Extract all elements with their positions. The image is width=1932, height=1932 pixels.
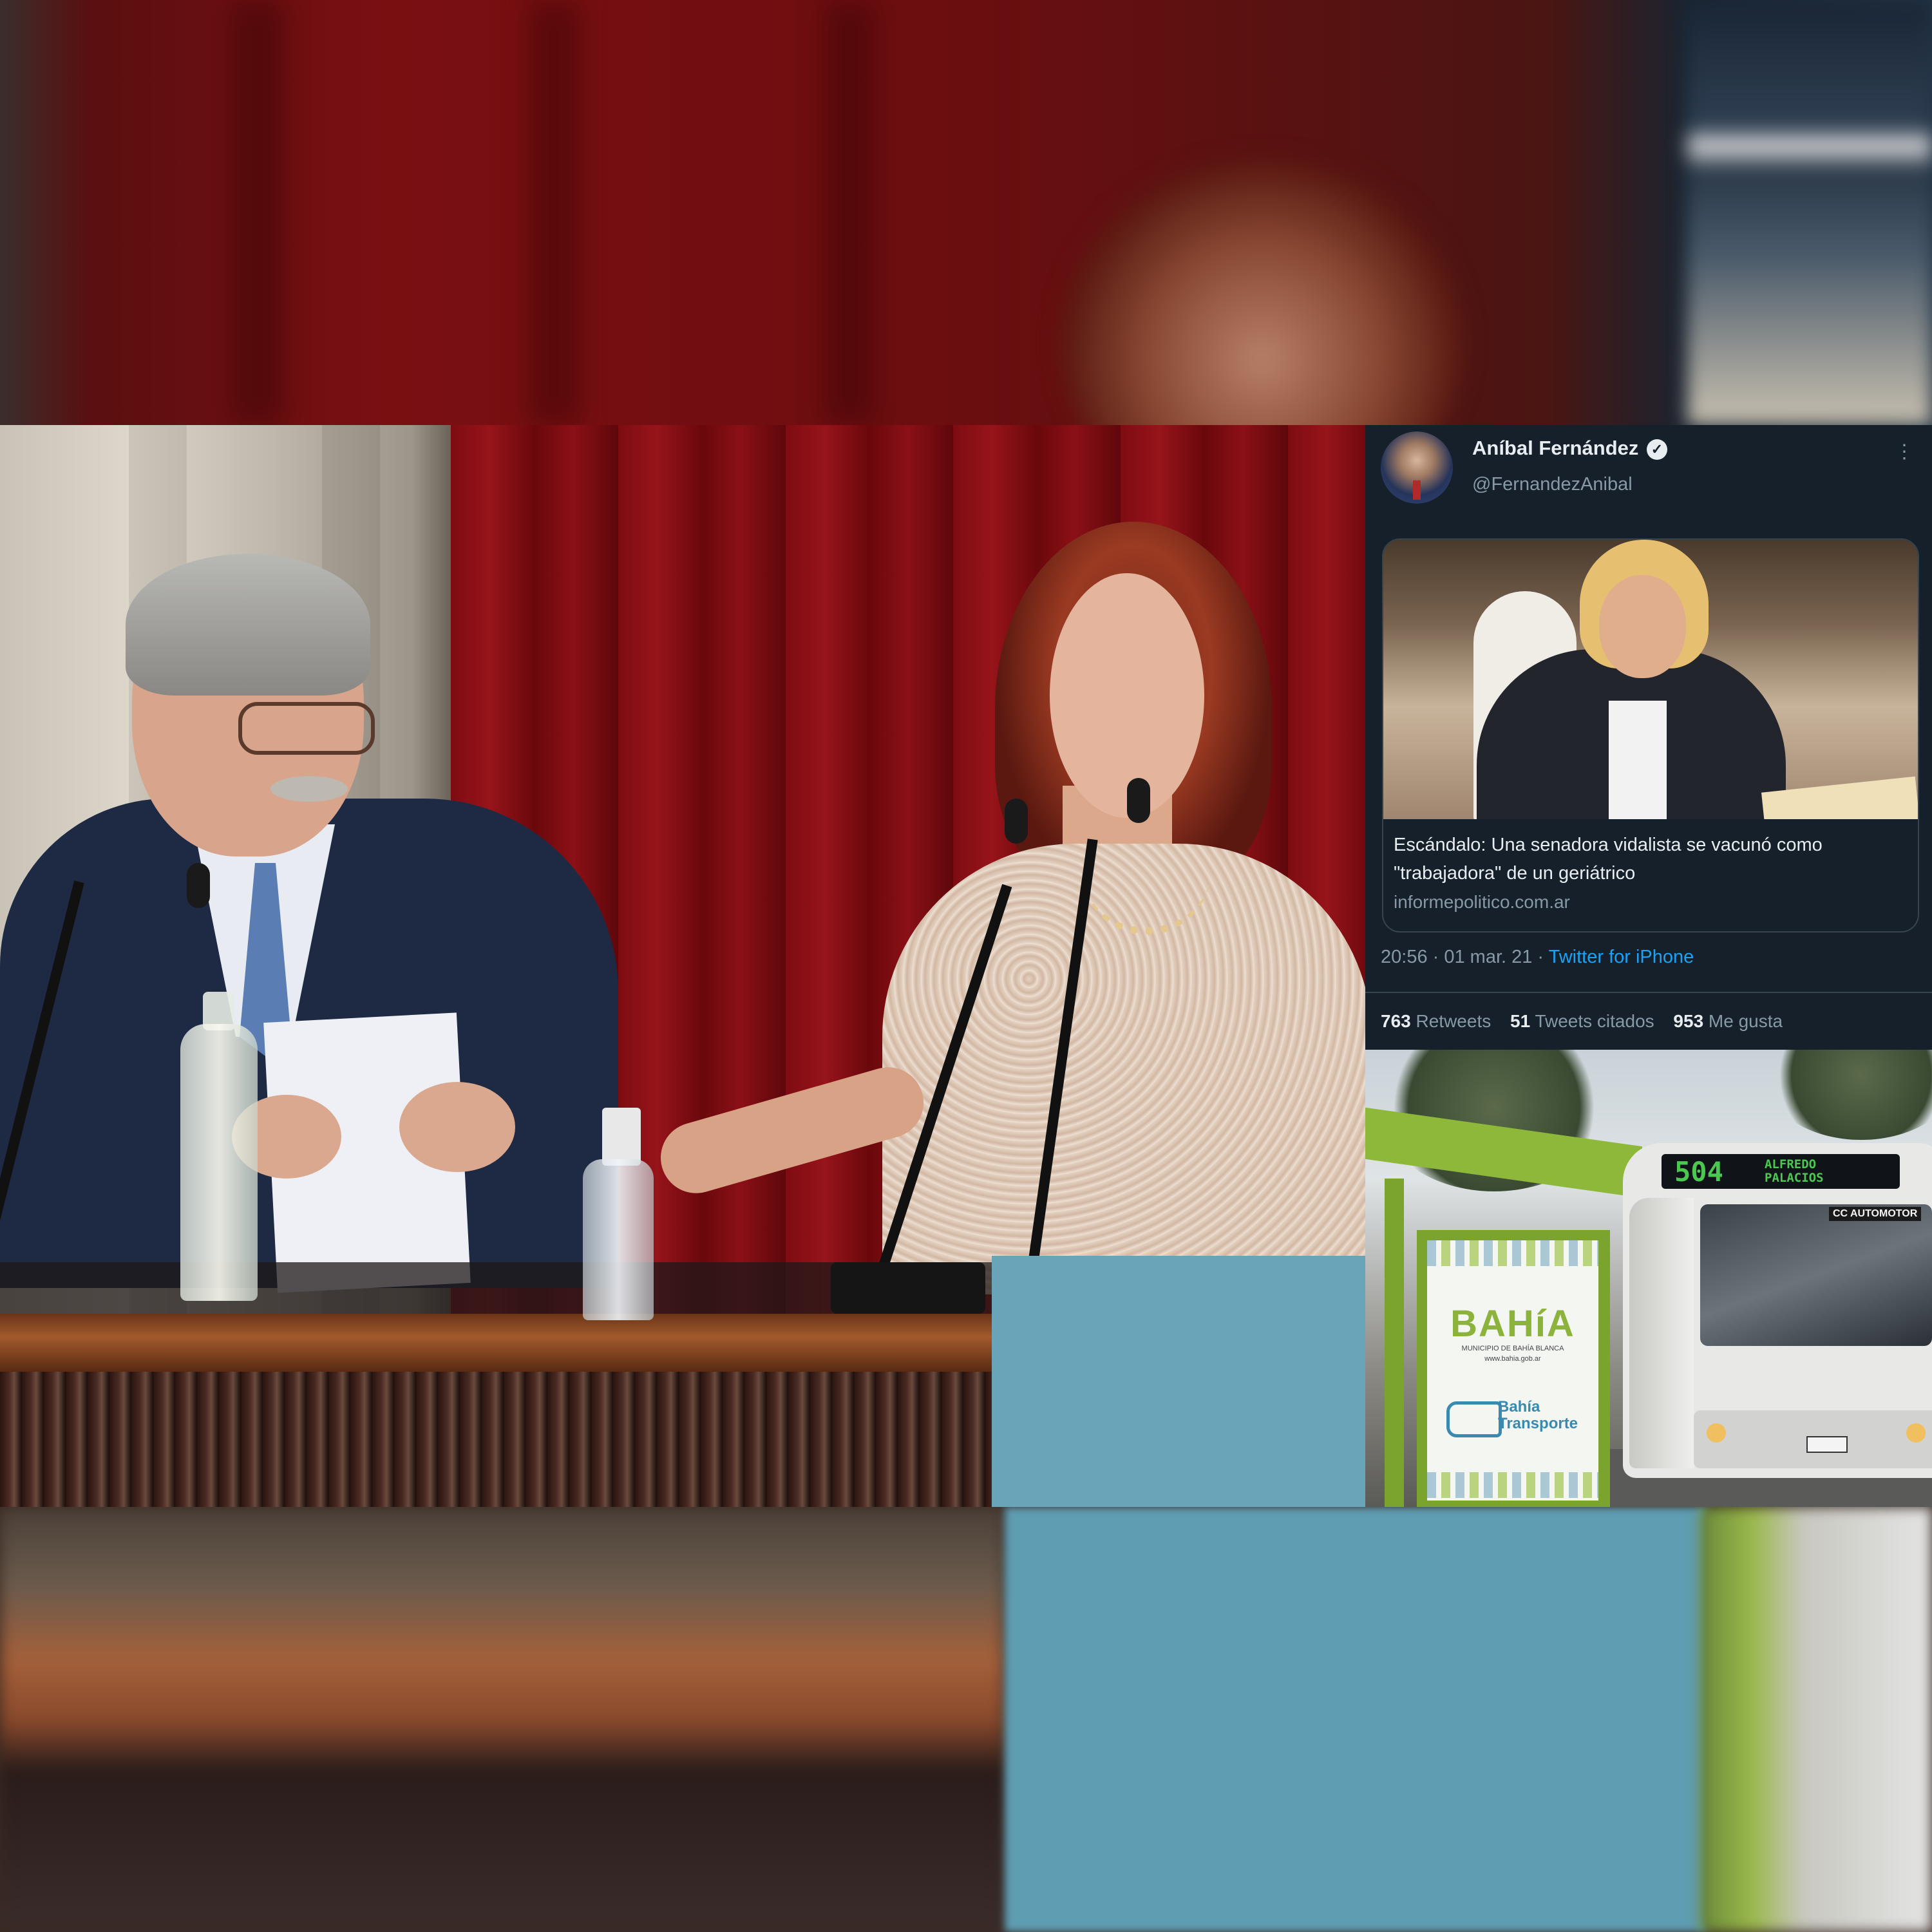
bus-shelter-post <box>1385 1179 1404 1507</box>
blurred-background-top <box>0 0 1932 425</box>
avatar[interactable] <box>1381 431 1453 504</box>
poster-transport-label: Bahía Transporte <box>1498 1398 1578 1432</box>
man-mustache <box>270 776 348 802</box>
blurred-bus-shelter <box>1700 1507 1932 1932</box>
more-options-icon[interactable]: ⋮ <box>1895 440 1914 463</box>
man-glasses <box>238 702 375 755</box>
bahia-poster: BAHíA MUNICIPIO DE BAHÍA BLANCA www.bahi… <box>1427 1240 1598 1501</box>
sanitizer-bottle <box>583 1159 654 1320</box>
bus-windshield <box>1700 1204 1932 1346</box>
retweets-stat[interactable]: 763 Retweets <box>1381 1011 1491 1031</box>
tweet-stats: 763 Retweets 51 Tweets citados 953 Me gu… <box>1381 1011 1783 1032</box>
bus-destination: ALFREDO PALACIOS <box>1765 1157 1824 1185</box>
bus-side <box>1629 1198 1694 1468</box>
link-preview-title: Escándalo: Una senadora vidalista se vac… <box>1394 835 1823 884</box>
bus-route-number: 504 <box>1674 1156 1723 1188</box>
tweet-screenshot: Aníbal Fernández ✓ @FernandezAnibal ⋮ Es… <box>1365 425 1932 1050</box>
link-preview-domain: informepolitico.com.ar <box>1394 892 1570 912</box>
link-preview-card[interactable]: Escándalo: Una senadora vidalista se vac… <box>1382 538 1919 933</box>
senator-blouse <box>1609 701 1667 819</box>
main-photo-congress <box>0 425 1365 1507</box>
desk-front <box>0 1372 992 1507</box>
bus-icon <box>1446 1401 1502 1437</box>
microphone-right-icon <box>1127 778 1150 823</box>
bus-operator-tag: CC AUTOMOTOR <box>1829 1207 1922 1221</box>
bus-license-plate <box>1806 1436 1848 1453</box>
blue-overlay-block <box>992 1256 1365 1507</box>
likes-stat[interactable]: 953 Me gusta <box>1673 1011 1783 1031</box>
senator-face <box>1599 575 1686 678</box>
tweet-timestamp: 20:56 · 01 mar. 21 · Twitter for iPhone <box>1381 947 1694 968</box>
microphone-left-icon <box>187 863 210 908</box>
man-hair <box>126 554 370 696</box>
blurred-desk <box>0 1507 1005 1932</box>
water-bottle <box>180 1024 258 1301</box>
blurred-blue-block <box>1005 1507 1707 1932</box>
microphone-center-icon <box>1005 799 1028 844</box>
quote-tweets-stat[interactable]: 51 Tweets citados <box>1510 1011 1654 1031</box>
bus-headlight <box>1707 1423 1726 1443</box>
tweet-author-handle[interactable]: @FernandezAnibal <box>1472 474 1633 495</box>
poster-subtitle: MUNICIPIO DE BAHÍA BLANCA <box>1461 1345 1564 1352</box>
poster-website: www.bahia.gob.ar <box>1484 1355 1541 1363</box>
blurred-background-bottom <box>0 1507 1932 1932</box>
divider <box>1365 992 1932 993</box>
blurred-tweet-panel <box>1687 0 1932 425</box>
bus-stop-photo: BAHíA MUNICIPIO DE BAHÍA BLANCA www.bahi… <box>1365 1050 1932 1507</box>
woman-face <box>1050 573 1204 818</box>
link-preview-image <box>1383 540 1918 819</box>
bus-headlight <box>1906 1423 1926 1443</box>
tree <box>1765 1050 1932 1140</box>
microphone-base <box>831 1262 985 1314</box>
sanitizer-pump <box>602 1108 641 1166</box>
blurred-head <box>1063 161 1462 425</box>
timestamp-text: 20:56 · 01 mar. 21 · <box>1381 947 1549 967</box>
desk-edge <box>0 1314 992 1372</box>
man-hand-right <box>399 1082 515 1172</box>
tweet-source-link[interactable]: Twitter for iPhone <box>1549 947 1694 967</box>
tweet-author-name[interactable]: Aníbal Fernández <box>1472 437 1638 460</box>
verified-badge-icon: ✓ <box>1647 439 1667 460</box>
poster-logo: BAHíA <box>1450 1303 1575 1345</box>
